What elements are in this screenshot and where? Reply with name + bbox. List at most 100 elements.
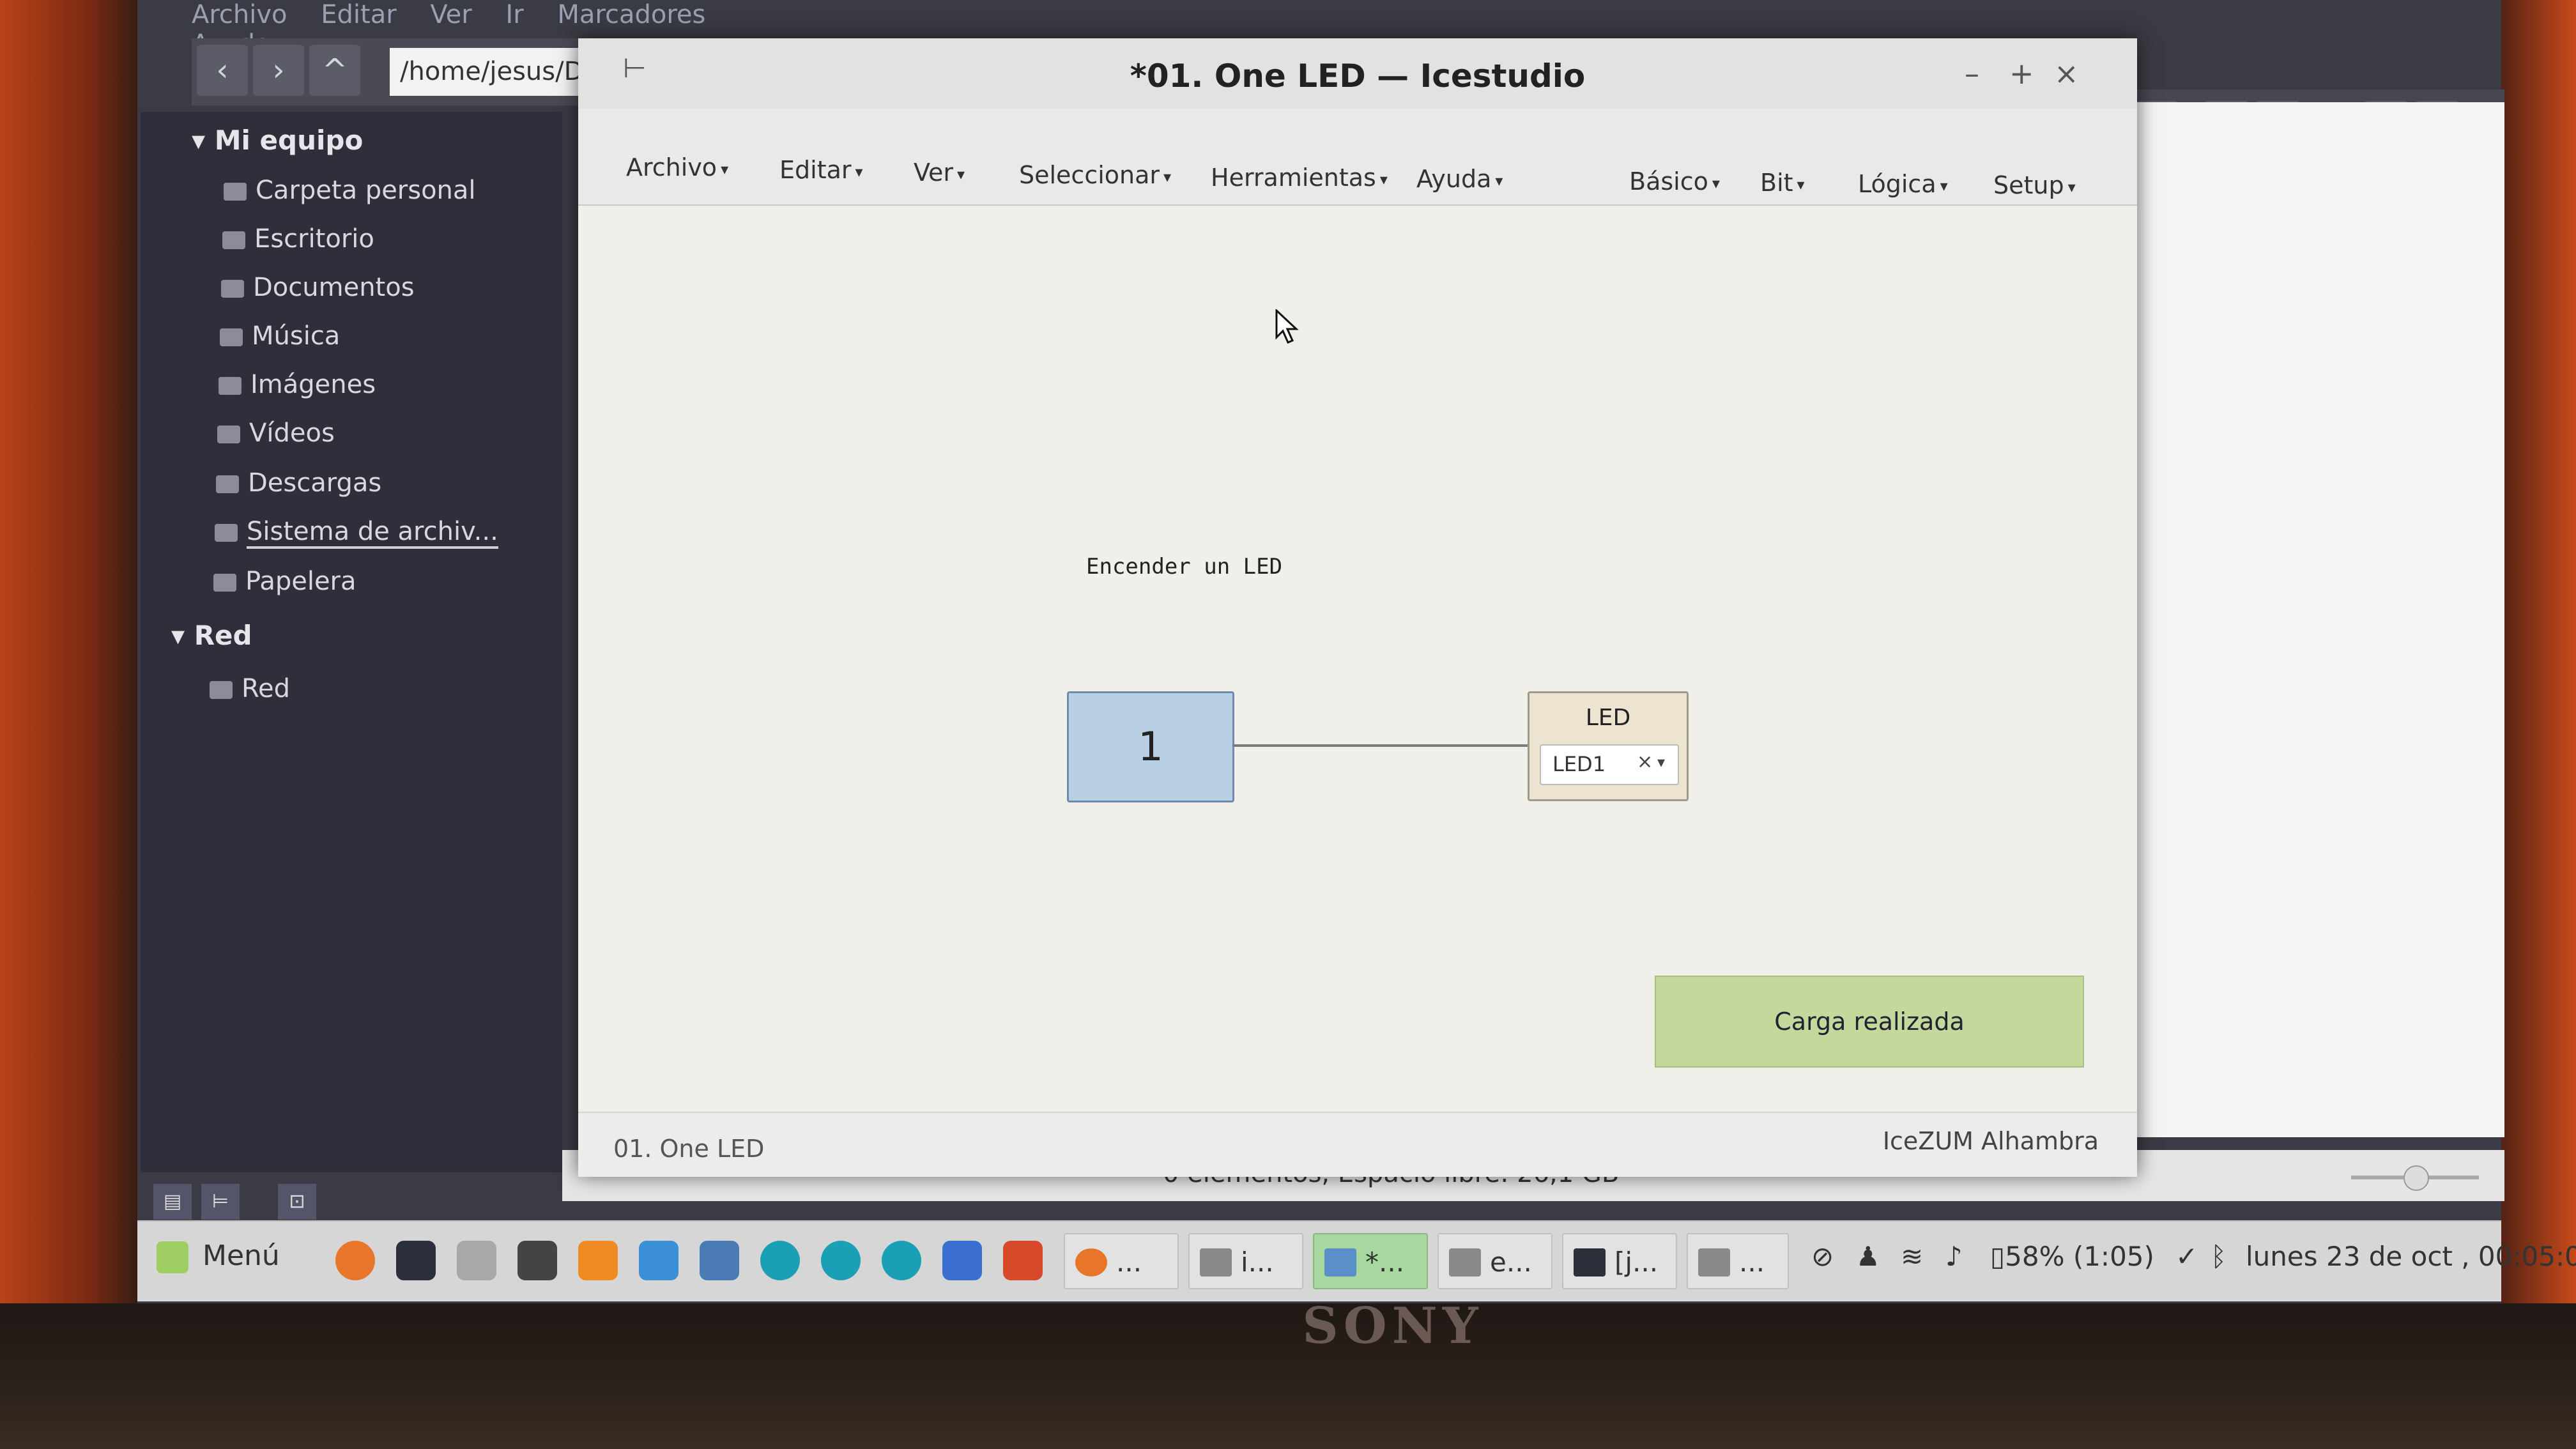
up-button[interactable]: ^ [309, 45, 360, 96]
terminal-icon[interactable] [396, 1241, 436, 1280]
fm-menu-archivo[interactable]: Archivo [192, 0, 288, 29]
volume-icon[interactable]: ♪ [1945, 1241, 1963, 1272]
wire[interactable] [1232, 744, 1528, 747]
fm-toolbar: ‹ › ^ /home/jesus/Do [192, 38, 601, 105]
sidebar-item-imagenes[interactable]: Imágenes [218, 370, 376, 399]
user-icon[interactable]: ♟ [1856, 1241, 1880, 1272]
project-name: 01. One LED [613, 1135, 765, 1163]
sidebar-item-sistema-de-archivos[interactable]: Sistema de archiv... [215, 517, 498, 549]
output-block-led[interactable]: LED LED1 × ▾ [1528, 691, 1689, 801]
notification-toast[interactable]: Carga realizada [1655, 976, 2084, 1068]
mint-logo-icon [157, 1241, 188, 1273]
menu-logica[interactable]: Lógica ▾ [1858, 170, 1948, 198]
places-toggle-icon[interactable]: ▤ [153, 1184, 192, 1220]
taskbar: Menú ... i... *... e... [j... ... ⊘ ♟ ≋ … [137, 1220, 2576, 1301]
files-icon[interactable] [457, 1241, 496, 1280]
menu-setup[interactable]: Setup ▾ [1993, 171, 2076, 199]
fm-menu-editar[interactable]: Editar [321, 0, 396, 29]
sidebar-item-carpeta-personal[interactable]: Carpeta personal [224, 176, 476, 205]
menu-seleccionar[interactable]: Seleccionar ▾ [1019, 161, 1171, 189]
fm-menu-ir[interactable]: Ir [505, 0, 523, 29]
icestudio-window: ⊢ *01. One LED — Icestudio – + × Archivo… [578, 38, 2137, 1177]
sidebar-item-escritorio[interactable]: Escritorio [222, 224, 374, 254]
task-files-i[interactable]: i... [1188, 1233, 1303, 1289]
folder-icon [221, 280, 244, 298]
icestudio-icon [1324, 1248, 1356, 1276]
sidebar-item-papelera[interactable]: Papelera [213, 567, 356, 596]
sidebar-section-mi-equipo[interactable]: ▾ Mi equipo [192, 125, 363, 156]
folder-icon [218, 377, 241, 395]
menu-ver[interactable]: Ver ▾ [914, 158, 965, 187]
canvas-comment[interactable]: Encender un LED [1086, 554, 1282, 579]
chevron-right-icon: › [272, 52, 285, 88]
close-button[interactable]: × [2054, 56, 2079, 91]
task-firefox[interactable]: ... [1064, 1233, 1179, 1289]
menu-bit[interactable]: Bit ▾ [1760, 169, 1805, 197]
pin-select[interactable]: LED1 × ▾ [1540, 744, 1679, 785]
sidebar-item-videos[interactable]: Vídeos [217, 418, 335, 448]
hide-sidebar-icon[interactable]: ⊡ [278, 1184, 316, 1220]
task-files[interactable]: ... [1687, 1233, 1789, 1289]
caret-down-icon: ▾ [1495, 171, 1503, 190]
start-menu-button[interactable]: Menú [157, 1239, 280, 1273]
arduino-icon[interactable] [882, 1241, 921, 1280]
window-titlebar[interactable]: ⊢ *01. One LED — Icestudio – + × [578, 38, 2137, 109]
fm-file-area[interactable] [2108, 102, 2504, 1137]
folder-icon [1449, 1248, 1481, 1276]
chevron-up-icon: ^ [321, 52, 348, 88]
zoom-slider-knob[interactable] [2404, 1165, 2429, 1191]
clock[interactable]: lunes 23 de oct , 00:05:06 [2246, 1241, 2576, 1272]
menu-herramientas[interactable]: Herramientas ▾ [1211, 164, 1388, 192]
back-button[interactable]: ‹ [197, 45, 248, 96]
media-icon[interactable] [518, 1241, 557, 1280]
icestudio-statusbar: 01. One LED IceZUM Alhambra [578, 1112, 2137, 1177]
sidebar-item-descargas[interactable]: Descargas [216, 468, 381, 498]
minimize-button[interactable]: – [1965, 56, 1979, 91]
bluetooth-icon[interactable]: ᛒ [2211, 1241, 2227, 1272]
caret-down-icon: ▾ [1712, 174, 1720, 192]
freecad-icon[interactable] [700, 1241, 739, 1280]
mouse-cursor-icon [1275, 309, 1299, 344]
wifi-icon[interactable]: ≋ [1901, 1241, 1923, 1272]
settings-icon[interactable] [942, 1241, 982, 1280]
sidebar-item-red[interactable]: Red [210, 674, 290, 703]
arduino-icon[interactable] [821, 1241, 861, 1280]
constant-block[interactable]: 1 [1067, 691, 1234, 802]
icestudio-menubar: Archivo ▾ Editar ▾ Ver ▾ Seleccionar ▾ Herra… [578, 109, 2137, 206]
kicad-icon[interactable] [639, 1241, 678, 1280]
design-canvas[interactable]: Encender un LED 1 LED LED1 × ▾ Carga rea… [578, 206, 2137, 1112]
path-field[interactable]: /home/jesus/Do [390, 48, 601, 96]
caret-down-icon: ▾ [1797, 175, 1805, 194]
firefox-icon[interactable] [335, 1241, 375, 1280]
arduino-icon[interactable] [760, 1241, 800, 1280]
task-files-e[interactable]: e... [1438, 1233, 1552, 1289]
menu-basico[interactable]: Básico ▾ [1629, 167, 1720, 195]
fm-menu-ver[interactable]: Ver [430, 0, 471, 29]
task-icestudio[interactable]: *... [1313, 1233, 1428, 1289]
display-icon[interactable]: ⊘ [1811, 1241, 1834, 1272]
clear-icon[interactable]: × [1637, 751, 1653, 773]
maximize-button[interactable]: + [2009, 56, 2034, 91]
menu-archivo[interactable]: Archivo ▾ [626, 153, 728, 181]
sidebar-item-documentos[interactable]: Documentos [221, 273, 415, 302]
network-icon [210, 681, 233, 699]
sidebar-section-red[interactable]: ▾ Red [171, 620, 252, 651]
board-name[interactable]: IceZUM Alhambra [1883, 1127, 2099, 1155]
vlc-icon[interactable] [578, 1241, 618, 1280]
shield-icon[interactable]: ✓ [2175, 1241, 2198, 1272]
forward-button[interactable]: › [253, 45, 304, 96]
r-app-icon[interactable] [1003, 1241, 1043, 1280]
menu-ayuda[interactable]: Ayuda ▾ [1416, 165, 1503, 193]
sidebar-item-musica[interactable]: Música [220, 321, 340, 351]
caret-down-icon: ▾ [1163, 167, 1172, 186]
battery-indicator[interactable]: ▯58% (1:05) [1990, 1241, 2154, 1272]
tree-toggle-icon[interactable]: ⊨ [201, 1184, 240, 1220]
task-terminal[interactable]: [j... [1562, 1233, 1677, 1289]
fm-menu-marcadores[interactable]: Marcadores [557, 0, 705, 29]
window-title: *01. One LED — Icestudio [1130, 57, 1586, 95]
caret-down-icon[interactable]: ▾ [1657, 753, 1665, 771]
drive-icon [215, 524, 238, 542]
menu-editar[interactable]: Editar ▾ [779, 156, 863, 184]
chevron-left-icon: ‹ [216, 52, 229, 88]
photo-background-left [0, 0, 147, 1449]
